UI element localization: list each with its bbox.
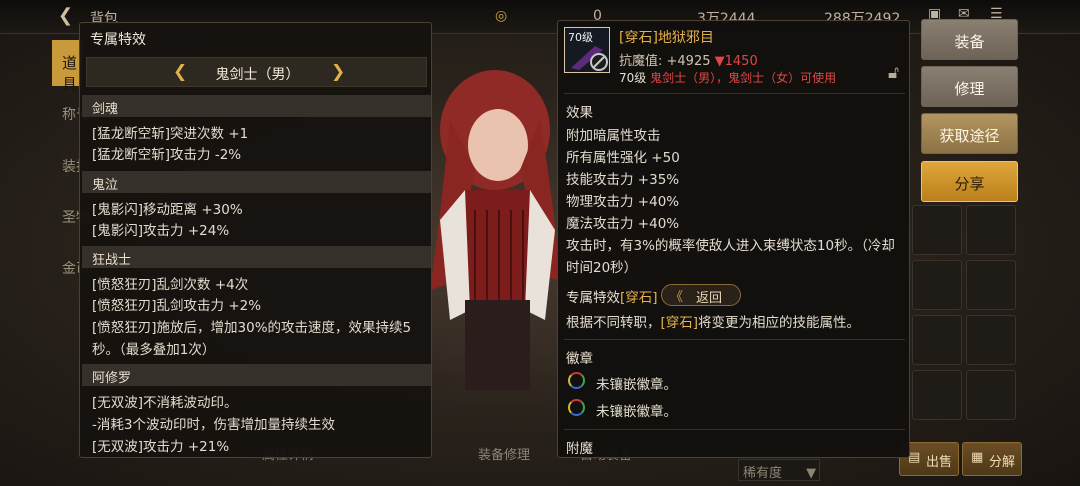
effect-line: 物理攻击力 +40%: [566, 194, 680, 210]
section-header: 阿修罗: [82, 364, 431, 386]
rarity-sort-dropdown[interactable]: 稀有度 ▼: [738, 459, 820, 481]
lock-icon[interactable]: 🔓︎: [888, 63, 899, 83]
requirement-level: 70级: [619, 71, 647, 85]
item-detail-panel: 70级 [穿石]地狱邪目 抗魔值: +4925 ▼1450 70级 鬼剑士（男）…: [557, 20, 910, 458]
item-name: [穿石]地狱邪目: [619, 30, 714, 46]
effect-line: 所有属性强化 +50: [566, 150, 680, 166]
sell-label: 出售: [926, 455, 953, 470]
class-selector: ❮ 鬼剑士（男） ❯: [86, 57, 427, 87]
emblem-slot-text: 未镶嵌徽章。: [596, 404, 677, 420]
effect-line: [愤怒狂刃]乱剑攻击力 +2%: [92, 298, 262, 314]
item-requirement: 70级 鬼剑士（男），鬼剑士（女）可使用: [619, 69, 836, 86]
exclusive-header: 专属特效[穿石]: [566, 286, 658, 306]
divider: [564, 429, 905, 430]
effect-line: 攻击时，有3%的概率使敌人进入束缚状态10秒。（冷却: [566, 238, 895, 254]
effect-line: -消耗3个波动印时，伤害增加量持续生效: [92, 417, 335, 433]
effect-line: 魔法攻击力 +40%: [566, 216, 680, 232]
effect-line: [愤怒狂刃]施放后，增加30%的攻击速度，效果持续5: [92, 320, 412, 336]
rarity-sort-label: 稀有度: [743, 466, 783, 481]
back-button[interactable]: 《返回: [661, 284, 741, 306]
exclusive-effects-panel: 专属特效 ❮ 鬼剑士（男） ❯ 剑魂 [猛龙断空斩]突进次数 +1 [猛龙断空斩…: [79, 22, 432, 458]
character-portrait: [430, 70, 560, 390]
class-selector-label: 鬼剑士（男）: [215, 67, 300, 83]
anti-demon-label: 抗魔值: +4925: [619, 54, 711, 69]
effect-line: 秒。（最多叠加1次）: [92, 342, 216, 358]
exclusive-desc-pre: 根据不同转职，: [566, 315, 661, 331]
item-icon: 70级: [564, 27, 610, 73]
emblem-slot-icon: [568, 399, 585, 416]
exclusive-desc-post: 将变更为相应的技能属性。: [698, 315, 861, 331]
hammer-icon: ▦: [971, 450, 984, 465]
emblem-slot-text: 未镶嵌徽章。: [596, 377, 677, 393]
effect-line: [愤怒狂刃]乱剑次数 +4次: [92, 277, 249, 293]
share-button[interactable]: 分享: [921, 161, 1018, 202]
effect-line: [鬼影闪]攻击力 +24%: [92, 223, 230, 239]
decompose-button[interactable]: ▦ 分解: [962, 442, 1022, 476]
next-arrow-icon[interactable]: ❯: [331, 62, 345, 82]
item-artwork: [571, 46, 608, 71]
effect-line: [鬼影闪]移动距离 +30%: [92, 202, 243, 218]
effect-line: 时间20秒）: [566, 260, 638, 276]
repair-button[interactable]: 修理: [921, 66, 1018, 107]
section-header: 鬼泣: [82, 171, 431, 193]
inventory-slot[interactable]: [966, 370, 1016, 420]
exclusive-header-label: 专属特效: [566, 290, 620, 306]
equip-repair-button[interactable]: 装备修理: [478, 444, 530, 463]
back-arrow-icon[interactable]: ❮: [58, 5, 73, 26]
emblem-header: 徽章: [566, 351, 593, 367]
exclusive-desc-tag: [穿石]: [660, 315, 699, 331]
effect-line: 技能攻击力 +35%: [566, 172, 680, 188]
inventory-slot[interactable]: [966, 260, 1016, 310]
effect-line: [无双波]攻击力 +21%: [92, 439, 230, 455]
tab-items[interactable]: 道具: [52, 40, 82, 93]
emblem-slot-icon: [568, 372, 585, 389]
equip-button[interactable]: 装备: [921, 19, 1018, 60]
panel-title: 专属特效: [90, 32, 146, 48]
currency-icon: ◎: [495, 8, 508, 24]
anti-demon-stat: 抗魔值: +4925 ▼1450: [619, 50, 758, 69]
inventory-slot[interactable]: [912, 315, 962, 365]
requirement-classes: 鬼剑士（男），鬼剑士（女）可使用: [650, 71, 837, 85]
effect-header: 效果: [566, 105, 593, 121]
divider: [564, 339, 905, 340]
effect-line: [无双波]不消耗波动印。: [92, 395, 238, 411]
decompose-label: 分解: [989, 455, 1016, 470]
back-button-label: 返回: [696, 291, 723, 306]
effect-line: [猛龙断空斩]攻击力 -2%: [92, 147, 242, 163]
chevron-down-icon: ▼: [806, 466, 817, 481]
inventory-slot[interactable]: [912, 370, 962, 420]
inventory-slot[interactable]: [912, 205, 962, 255]
inventory-slot[interactable]: [966, 205, 1016, 255]
effect-line: [猛龙断空斩]突进次数 +1: [92, 126, 249, 142]
section-header: 剑魂: [82, 95, 431, 117]
anti-demon-diff: ▼1450: [714, 54, 758, 69]
exclusive-description: 根据不同转职，[穿石]将变更为相应的技能属性。: [566, 311, 860, 331]
exclusive-tag: [穿石]: [620, 290, 658, 306]
section-header: 狂战士: [82, 246, 431, 268]
inventory-slot[interactable]: [912, 260, 962, 310]
effect-line: 附加暗属性攻击: [566, 128, 661, 144]
inventory-slot[interactable]: [966, 315, 1016, 365]
double-chevron-left-icon: 《: [670, 290, 684, 305]
divider: [564, 93, 905, 94]
enchant-header: 附魔: [566, 441, 593, 457]
get-route-button[interactable]: 获取途径: [921, 113, 1018, 154]
